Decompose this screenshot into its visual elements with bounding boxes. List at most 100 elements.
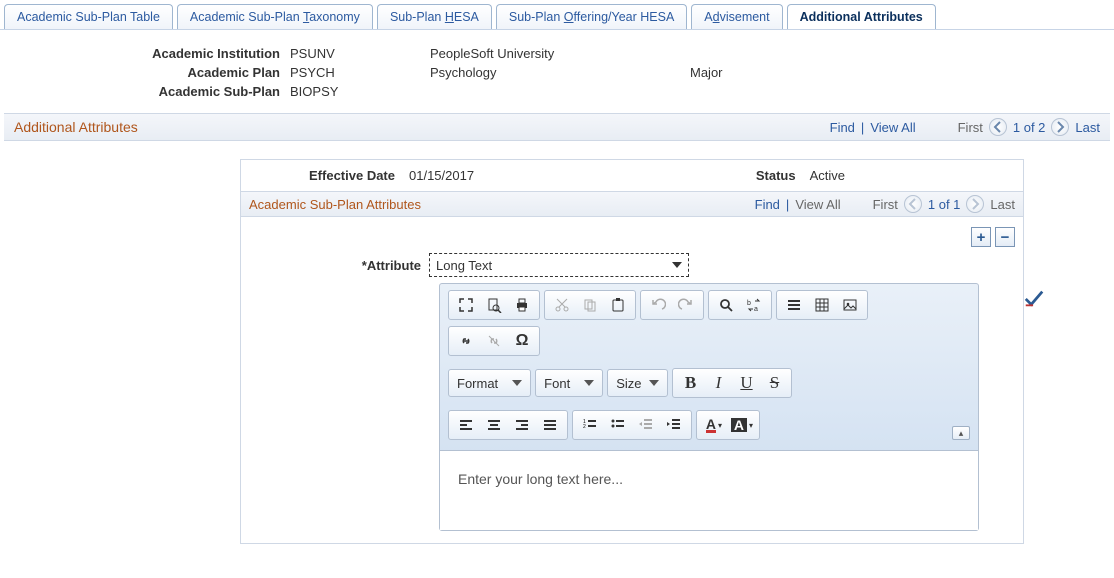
format-dropdown[interactable]: Format (448, 369, 531, 397)
plan-label: Academic Plan (60, 65, 290, 80)
attribute-label: *Attribute (249, 258, 429, 273)
underline-button[interactable]: U (733, 371, 759, 395)
table-button[interactable] (809, 293, 835, 317)
maximize-button[interactable] (453, 293, 479, 317)
svg-text:a: a (754, 306, 758, 313)
outer-next-button[interactable] (1051, 118, 1069, 136)
align-right-button[interactable] (509, 413, 535, 437)
inner-last-label: Last (990, 197, 1015, 212)
cut-icon (554, 297, 570, 313)
font-dropdown[interactable]: Font (535, 369, 603, 397)
outer-last-link[interactable]: Last (1075, 120, 1100, 135)
lines-icon (786, 297, 802, 313)
table-icon (814, 297, 830, 313)
chevron-down-icon (649, 380, 659, 386)
inner-next-button[interactable] (966, 195, 984, 213)
rte-textarea[interactable]: Enter your long text here... (440, 450, 978, 530)
plan-desc: Psychology (430, 65, 690, 80)
tab-additional-attributes[interactable]: Additional Attributes (787, 4, 936, 29)
attribute-select[interactable]: Long Text (429, 253, 689, 277)
paste-icon (610, 297, 626, 313)
link-button[interactable] (453, 329, 479, 353)
plan-code: PSYCH (290, 65, 430, 80)
align-justify-button[interactable] (537, 413, 563, 437)
find-button[interactable] (713, 293, 739, 317)
preview-button[interactable] (481, 293, 507, 317)
text-color-button[interactable]: A▾ (701, 413, 727, 437)
undo-button[interactable] (645, 293, 671, 317)
align-left-icon (458, 417, 474, 433)
tab-taxonomy[interactable]: Academic Sub-Plan Taxonomy (177, 4, 373, 29)
effdt-label: Effective Date (249, 168, 409, 183)
cut-button[interactable] (549, 293, 575, 317)
outer-counter[interactable]: 1 of 2 (1013, 120, 1046, 135)
chevron-down-icon (584, 380, 594, 386)
collapse-toolbar-button[interactable]: ▴ (952, 426, 970, 440)
outer-first-label: First (958, 120, 983, 135)
outdent-icon (638, 417, 654, 433)
tab-table[interactable]: Academic Sub-Plan Table (4, 4, 173, 29)
chevron-left-icon (905, 196, 921, 212)
outer-viewall-link[interactable]: View All (870, 120, 915, 135)
image-button[interactable] (837, 293, 863, 317)
delete-row-button[interactable]: − (995, 227, 1015, 247)
outdent-button[interactable] (633, 413, 659, 437)
outer-prev-button[interactable] (989, 118, 1007, 136)
align-center-button[interactable] (481, 413, 507, 437)
replace-button[interactable]: ba (741, 293, 767, 317)
outer-section-title: Additional Attributes (14, 119, 830, 135)
redo-button[interactable] (673, 293, 699, 317)
special-char-button[interactable]: Ω (509, 329, 535, 353)
ol-icon: 12 (582, 417, 598, 433)
divider: | (861, 120, 864, 135)
chevron-down-icon: ▾ (718, 421, 722, 430)
numbered-list-button[interactable]: 12 (577, 413, 603, 437)
omega-icon: Ω (516, 332, 529, 350)
print-button[interactable] (509, 293, 535, 317)
inner-prev-button[interactable] (904, 195, 922, 213)
text-color-icon: A (706, 418, 716, 433)
svg-text:2: 2 (583, 424, 586, 430)
attribute-value: Long Text (436, 258, 492, 273)
copy-button[interactable] (577, 293, 603, 317)
indent-button[interactable] (661, 413, 687, 437)
tab-advisement[interactable]: Advisement (691, 4, 782, 29)
subplan-code: BIOPSY (290, 84, 430, 99)
align-justify-icon (542, 417, 558, 433)
replace-icon: ba (746, 297, 762, 313)
unlink-icon (486, 333, 502, 349)
chevron-down-icon: ▾ (749, 421, 753, 430)
indent-icon (666, 417, 682, 433)
tab-hesa[interactable]: Sub-Plan HESA (377, 4, 492, 29)
institution-label: Academic Institution (60, 46, 290, 61)
page-magnify-icon (486, 297, 502, 313)
copy-icon (582, 297, 598, 313)
spellcheck-icon[interactable] (1023, 287, 1045, 309)
add-row-button[interactable]: + (971, 227, 991, 247)
rich-text-editor: ba Ω Format (439, 283, 979, 531)
bullet-list-button[interactable] (605, 413, 631, 437)
inner-find-link[interactable]: Find (755, 197, 780, 212)
header-info: Academic Institution PSUNV PeopleSoft Un… (0, 30, 1114, 113)
strike-button[interactable]: S (761, 371, 787, 395)
inner-viewall-label: View All (795, 197, 840, 212)
effdt-value: 01/15/2017 (409, 168, 529, 183)
search-icon (718, 297, 734, 313)
italic-button[interactable]: I (705, 371, 731, 395)
align-left-button[interactable] (453, 413, 479, 437)
paste-button[interactable] (605, 293, 631, 317)
divider: | (786, 197, 789, 212)
outer-find-link[interactable]: Find (830, 120, 855, 135)
outer-section-header: Additional Attributes Find | View All Fi… (4, 113, 1110, 141)
hr-button[interactable] (781, 293, 807, 317)
tab-offering-year[interactable]: Sub-Plan Offering/Year HESA (496, 4, 687, 29)
bold-button[interactable]: B (677, 371, 703, 395)
bg-color-icon: A (731, 418, 747, 432)
unlink-button[interactable] (481, 329, 507, 353)
inner-counter[interactable]: 1 of 1 (928, 197, 961, 212)
size-dropdown[interactable]: Size (607, 369, 668, 397)
institution-desc: PeopleSoft University (430, 46, 690, 61)
inner-body: + − *Attribute Long Text (241, 217, 1023, 543)
bg-color-button[interactable]: A▾ (729, 413, 755, 437)
chevron-down-icon (672, 262, 682, 268)
